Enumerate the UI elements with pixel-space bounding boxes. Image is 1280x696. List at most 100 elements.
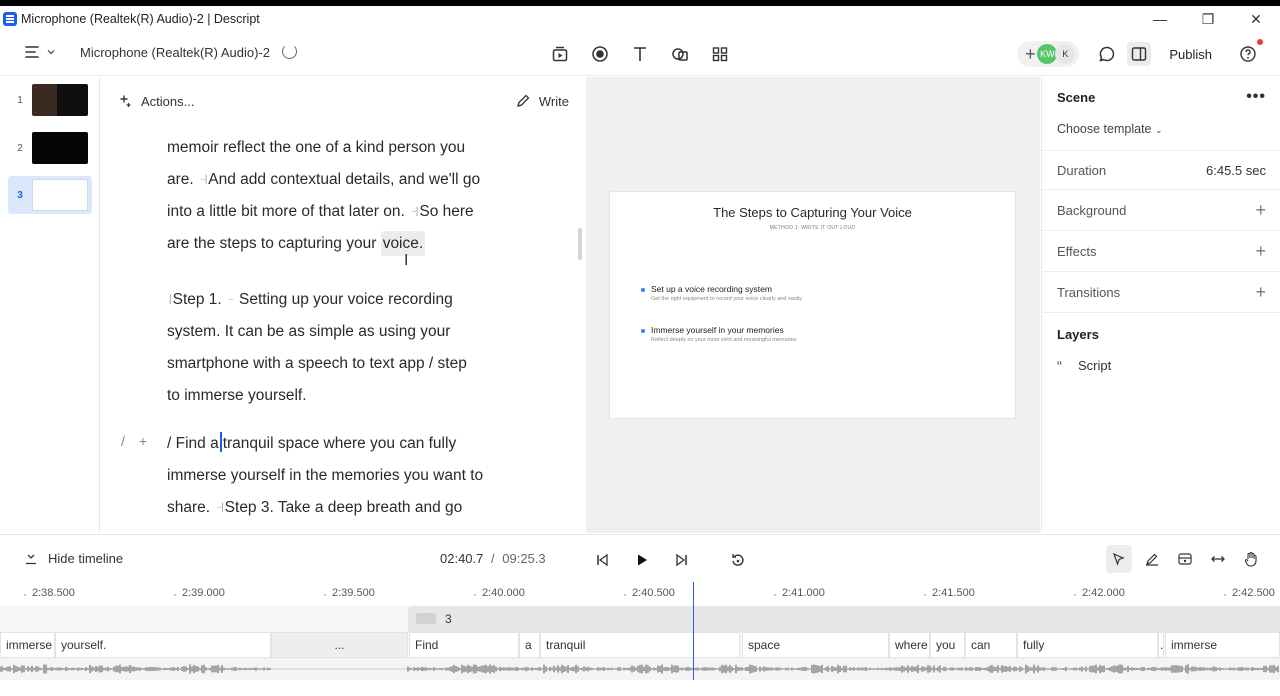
effects-label: Effects — [1057, 244, 1097, 259]
publish-button[interactable]: Publish — [1169, 47, 1212, 62]
timeline-word[interactable]: a — [519, 632, 540, 658]
add-transition-icon[interactable]: + — [1255, 282, 1266, 303]
script-line: system. It can be as simple as using you… — [167, 323, 451, 340]
timeline-gap[interactable]: ... — [271, 632, 408, 658]
restore-icon[interactable]: ❐ — [1184, 6, 1232, 32]
script-line: are the steps to capturing your voice. — [167, 228, 517, 260]
write-label: Write — [538, 93, 569, 109]
comments-button[interactable] — [1095, 42, 1119, 66]
timeline-word[interactable]: immerse — [1165, 632, 1280, 658]
record-button[interactable] — [588, 42, 612, 66]
scene-track: 3 — [0, 606, 1280, 632]
clip-icon — [1178, 553, 1192, 565]
edit-tool[interactable] — [1139, 545, 1165, 573]
playhead[interactable] — [693, 582, 694, 680]
clip-tool[interactable] — [1172, 545, 1198, 573]
minimize-icon[interactable]: — — [1136, 6, 1184, 32]
sync-spinner-icon — [282, 44, 297, 59]
duration-row[interactable]: Duration 6:45.5 sec — [1042, 150, 1280, 190]
script-line: memoir reflect the one of a kind person … — [167, 139, 466, 156]
timeline-word[interactable]: can — [965, 632, 1017, 658]
actions-button[interactable]: Actions... — [117, 93, 194, 109]
slide-preview[interactable]: The Steps to Capturing Your Voice METHOD… — [609, 191, 1016, 419]
ruler-tick: 2:40.500 — [624, 587, 675, 599]
gap-marker: ··| — [411, 206, 418, 217]
script-line: to immerse yourself. — [167, 387, 307, 404]
text-cursor — [219, 432, 222, 452]
duration-label: Duration — [1057, 162, 1107, 178]
close-icon[interactable]: ✕ — [1232, 6, 1280, 32]
paragraph-gutter: / + — [121, 433, 147, 449]
layer-item-script[interactable]: “ Script — [1057, 358, 1111, 375]
write-button[interactable]: Write — [515, 93, 569, 109]
timeline-ruler[interactable]: 2:38.500 2:39.000 2:39.500 2:40.000 2:40… — [0, 582, 1280, 606]
scene-heading: Scene — [1057, 90, 1096, 105]
timeline-word[interactable]: space — [742, 632, 889, 658]
scene-thumb-1[interactable]: 1 — [8, 81, 92, 119]
pencil-icon — [516, 94, 530, 107]
loop-button[interactable] — [726, 548, 750, 572]
hide-timeline-button[interactable]: Hide timeline — [24, 551, 123, 566]
select-tool[interactable] — [1106, 545, 1132, 573]
hide-timeline-label: Hide timeline — [48, 551, 124, 566]
timeline-word[interactable]: where — [889, 632, 930, 658]
background-row[interactable]: Background + — [1042, 191, 1280, 231]
duration-value[interactable]: 6:45.5 sec — [1206, 163, 1266, 178]
hovered-word[interactable]: voice. — [380, 231, 426, 256]
skip-forward-button[interactable] — [670, 548, 694, 572]
timeline-collapse-icon — [26, 554, 36, 564]
stretch-tool[interactable] — [1205, 545, 1231, 573]
script-line: into a little bit more of that later on.… — [167, 203, 474, 220]
script-paragraph[interactable]: memoir reflect the one of a kind person … — [167, 132, 517, 260]
transitions-row[interactable]: Transitions + — [1042, 273, 1280, 313]
ibeam-cursor-icon: I — [404, 252, 409, 269]
timeline-word[interactable]: Find — [409, 632, 519, 658]
audio-waveform[interactable] — [0, 658, 1280, 680]
timeline-word[interactable]: . — [1158, 632, 1164, 658]
scene-thumbnail — [32, 132, 88, 164]
script-editor[interactable]: Actions... Write memoir reflect the one … — [101, 77, 585, 533]
comment-icon — [1099, 46, 1115, 62]
add-paragraph-icon[interactable]: + — [139, 433, 147, 449]
script-scrollbar[interactable] — [578, 228, 582, 260]
pan-tool[interactable] — [1238, 545, 1264, 573]
menu-button[interactable] — [24, 44, 56, 60]
speaker-slash[interactable]: / — [121, 433, 125, 449]
ruler-tick: 2:39.000 — [174, 587, 225, 599]
scene-number: 1 — [17, 94, 23, 106]
scene-thumb-2[interactable]: 2 — [8, 129, 92, 167]
text-button[interactable] — [628, 42, 652, 66]
script-paragraph[interactable]: | Step 1. ·· Setting up your voice record… — [167, 284, 517, 412]
pen-icon — [1146, 553, 1158, 566]
shapes-button[interactable] — [668, 42, 692, 66]
background-label: Background — [1057, 203, 1127, 218]
elements-button[interactable] — [708, 42, 732, 66]
timeline-word[interactable]: fully — [1017, 632, 1158, 658]
collaborators[interactable]: + KW K — [1017, 41, 1080, 67]
add-effect-icon[interactable]: + — [1255, 241, 1266, 262]
add-background-icon[interactable]: + — [1255, 200, 1266, 221]
project-name[interactable]: Microphone (Realtek(R) Audio)-2 — [80, 45, 270, 60]
scene-clip[interactable]: 3 — [408, 606, 1280, 632]
scene-clip-label: 3 — [445, 612, 452, 626]
effects-row[interactable]: Effects + — [1042, 232, 1280, 272]
timeline-word[interactable]: tranquil — [540, 632, 740, 658]
scene-button[interactable] — [548, 42, 572, 66]
gap-marker: ··| — [200, 174, 207, 185]
panel-toggle-button[interactable] — [1127, 42, 1152, 66]
scene-thumb-3[interactable]: 3 — [8, 176, 92, 214]
help-button[interactable] — [1236, 39, 1263, 66]
choose-template-dropdown[interactable]: Choose template ⌄ — [1057, 122, 1163, 136]
scene-number: 2 — [17, 142, 23, 154]
scene-list: 1 2 3 — [0, 77, 100, 533]
shapes-icon — [672, 48, 688, 61]
script-line: | Step 1. ·· Setting up your voice record… — [169, 291, 453, 308]
script-paragraph[interactable]: / Find a tranquil space where you can ful… — [167, 428, 517, 524]
time-separator: / — [491, 551, 495, 566]
skip-back-button[interactable] — [590, 548, 614, 572]
timeline-word[interactable]: you — [930, 632, 965, 658]
more-options-icon[interactable]: ••• — [1246, 88, 1266, 106]
timeline-word[interactable]: immerse — [0, 632, 55, 658]
timeline-word[interactable]: yourself. — [55, 632, 271, 658]
play-button[interactable] — [630, 548, 654, 572]
